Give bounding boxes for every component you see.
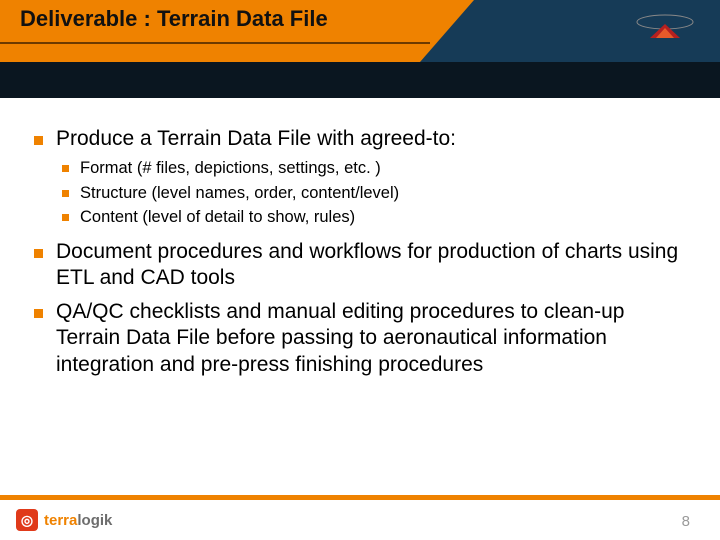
list-item: Structure (level names, order, content/l…: [56, 183, 692, 204]
fme-logo-icon: [630, 12, 700, 48]
list-item-text: Format (# files, depictions, settings, e…: [80, 159, 381, 177]
sub-list: Format (# files, depictions, settings, e…: [56, 158, 692, 228]
list-item: Content (level of detail to show, rules): [56, 207, 692, 228]
slide-header: Deliverable : Terrain Data File: [0, 0, 720, 62]
terralogik-mark-icon: ◎: [16, 509, 38, 531]
slide-footer: ◎ terralogik 8: [0, 495, 720, 540]
list-item-text: QA/QC checklists and manual editing proc…: [56, 300, 624, 376]
list-item-text: Structure (level names, order, content/l…: [80, 184, 399, 202]
list-item: Format (# files, depictions, settings, e…: [56, 158, 692, 179]
list-item: Produce a Terrain Data File with agreed-…: [28, 126, 692, 229]
page-number: 8: [682, 513, 690, 530]
slide-content: Produce a Terrain Data File with agreed-…: [0, 98, 720, 378]
header-dark-bar: [0, 62, 720, 98]
slide-title: Deliverable : Terrain Data File: [20, 6, 328, 32]
list-item: QA/QC checklists and manual editing proc…: [28, 299, 692, 378]
bullet-list: Produce a Terrain Data File with agreed-…: [28, 126, 692, 378]
list-item-text: Document procedures and workflows for pr…: [56, 240, 678, 289]
list-item-text: Produce a Terrain Data File with agreed-…: [56, 127, 456, 150]
terralogik-wordmark: terralogik: [44, 512, 112, 529]
brand-suffix: logik: [77, 512, 112, 529]
terralogik-logo: ◎ terralogik: [16, 508, 112, 532]
list-item: Document procedures and workflows for pr…: [28, 239, 692, 292]
list-item-text: Content (level of detail to show, rules): [80, 208, 355, 226]
brand-prefix: terra: [44, 512, 77, 529]
title-underline: [0, 42, 430, 44]
